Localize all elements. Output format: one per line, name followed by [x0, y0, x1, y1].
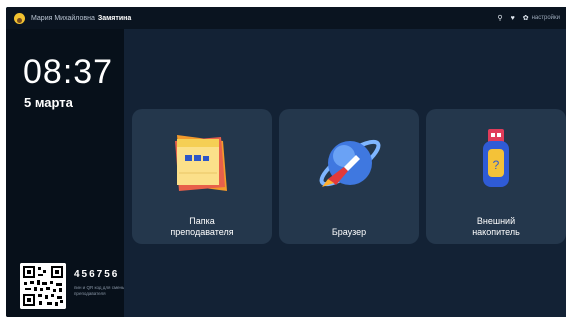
- tile-label: Внешний накопитель: [472, 216, 520, 237]
- usb-drive-icon: ?: [483, 129, 509, 187]
- settings-label: настройки: [531, 15, 560, 21]
- qr-pin-code: 456756: [74, 269, 120, 280]
- user-last-name: Замятина: [97, 14, 132, 22]
- tile-label: Браузер: [331, 227, 367, 237]
- qr-card: 456756 пин и QR код для смены преподават…: [20, 263, 125, 313]
- settings-button[interactable]: ✿ настройки: [523, 14, 560, 22]
- tile-label: Папка преподавателя: [170, 216, 234, 237]
- user-first-name: Мария Михайловна: [31, 14, 95, 22]
- qr-code-image: [20, 263, 66, 309]
- wifi-icon[interactable]: ♥: [511, 15, 515, 22]
- microphone-icon[interactable]: ⚲: [497, 14, 502, 22]
- main-area: Папка преподавателя Браузер ? Внешний на…: [124, 29, 566, 317]
- tile-external-drive[interactable]: ? Внешний накопитель: [426, 109, 566, 244]
- user-avatar[interactable]: [14, 12, 25, 24]
- folder-icon: [175, 135, 227, 191]
- desktop-screen: Мария Михайловна Замятина ⚲ ♥ ✿ настройк…: [6, 7, 566, 317]
- top-bar: Мария Михайловна Замятина ⚲ ♥ ✿ настройк…: [6, 7, 566, 29]
- tile-teacher-folder[interactable]: Папка преподавателя: [132, 109, 272, 244]
- top-right-controls: ⚲ ♥ ✿ настройки: [497, 14, 560, 23]
- browser-planet-icon: [319, 139, 381, 187]
- svg-text:?: ?: [493, 158, 500, 172]
- tile-browser[interactable]: Браузер: [279, 109, 419, 244]
- clock-time: 08:37: [23, 53, 114, 91]
- gear-icon: ✿: [522, 15, 529, 22]
- clock-date: 5 марта: [24, 95, 73, 110]
- sidebar: 08:37 5 марта 456756 пин и QR код для см…: [6, 29, 125, 317]
- qr-hint-text: пин и QR код для смены преподавателя: [74, 285, 126, 296]
